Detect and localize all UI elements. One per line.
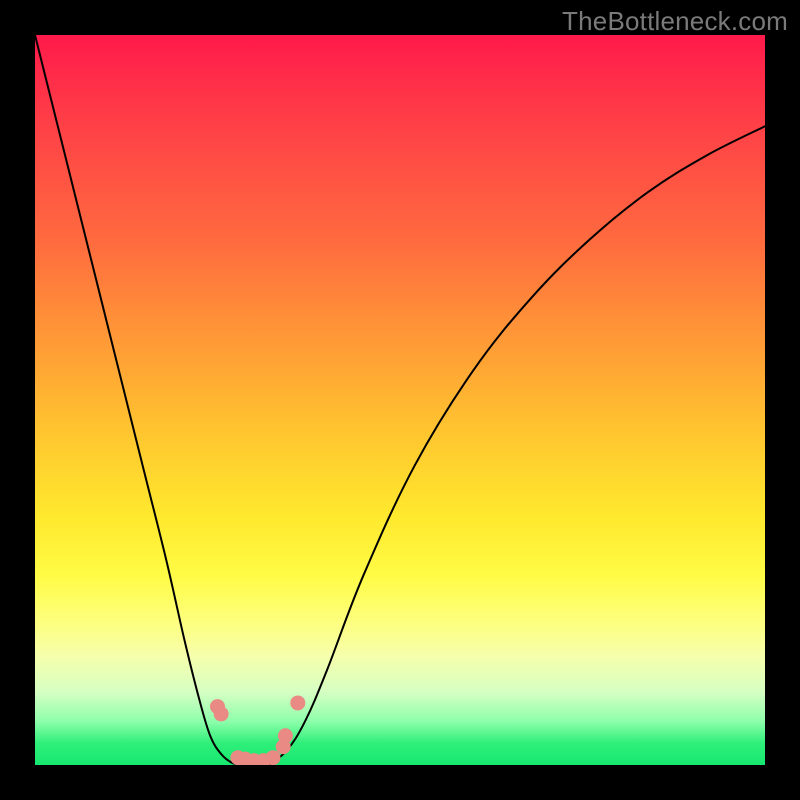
curve-right-branch	[269, 126, 765, 765]
curve-left-branch	[35, 35, 243, 765]
chart-frame: TheBottleneck.com	[0, 0, 800, 800]
watermark-text: TheBottleneck.com	[562, 6, 788, 37]
marker-dot	[278, 728, 293, 743]
marker-dot	[290, 695, 305, 710]
plot-area	[35, 35, 765, 765]
marker-dot	[265, 750, 280, 765]
curve-layer	[35, 35, 765, 765]
marker-dot	[214, 706, 229, 721]
